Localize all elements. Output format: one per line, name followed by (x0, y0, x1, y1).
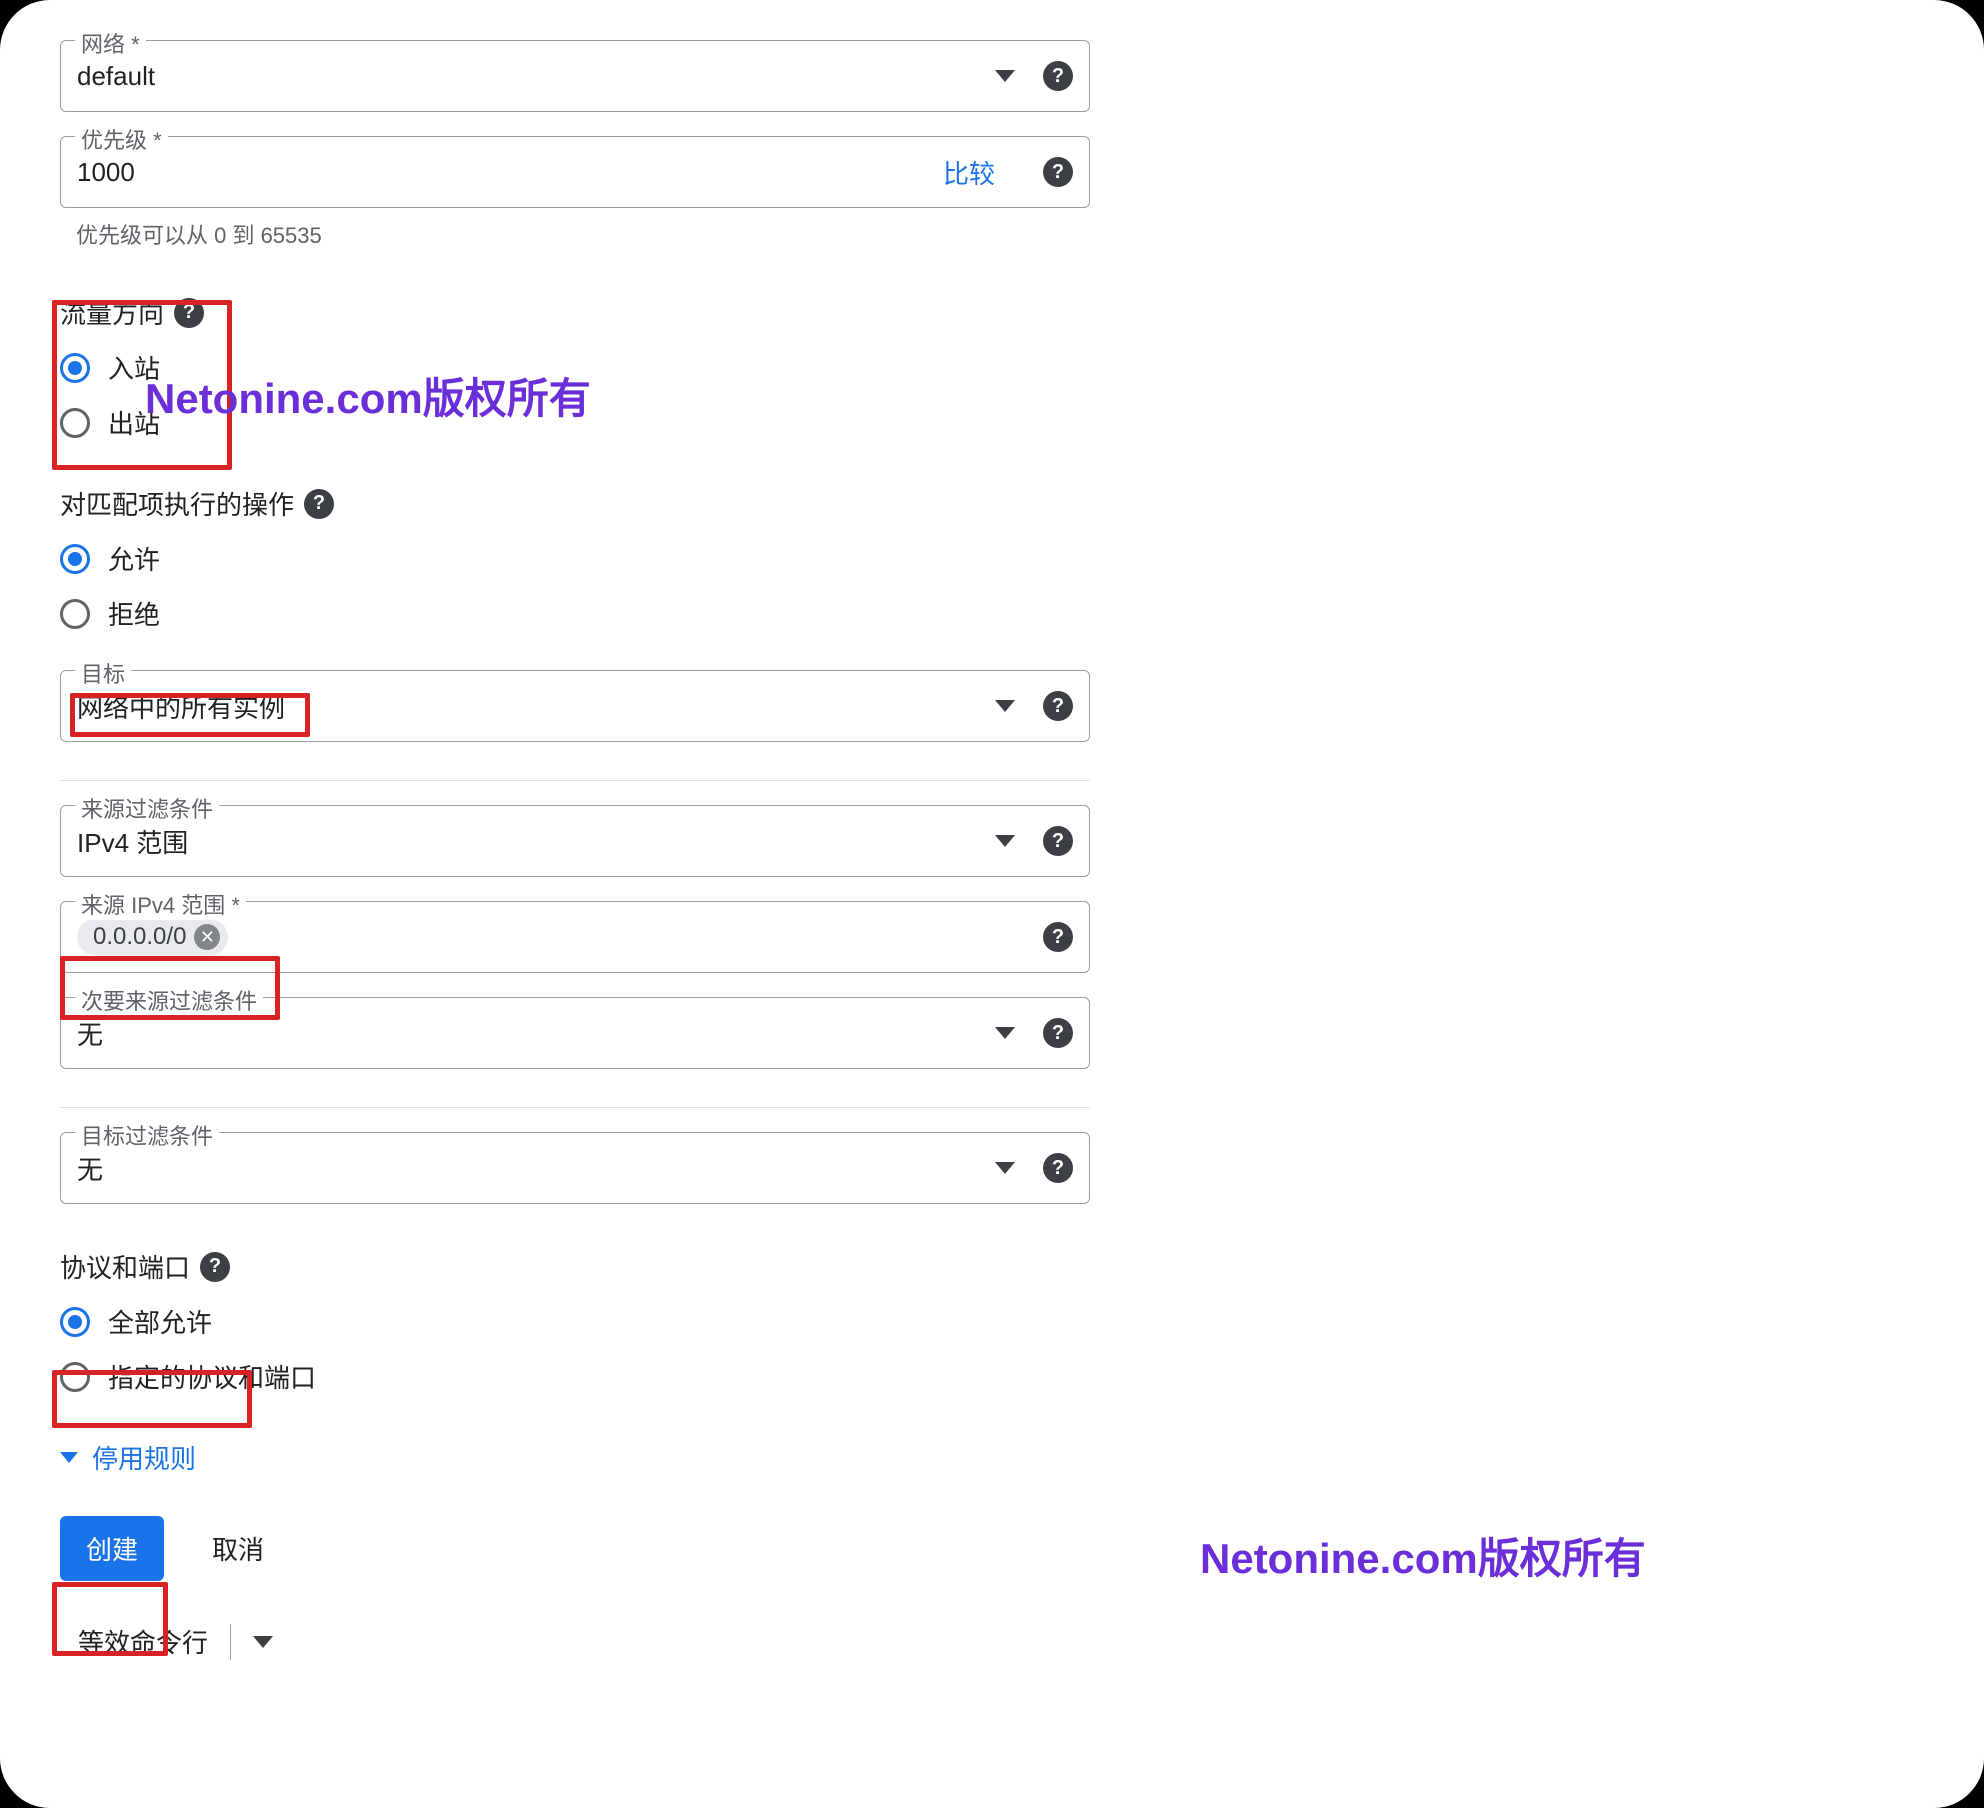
source-range-input[interactable]: 来源 IPv4 范围 * 0.0.0.0/0 ✕ ? (60, 901, 1090, 973)
secondary-source-filter-label: 次要来源过滤条件 (75, 984, 263, 1016)
source-filter-label: 来源过滤条件 (75, 792, 219, 824)
radio-icon (60, 408, 90, 438)
action-deny-radio[interactable]: 拒绝 (60, 595, 1090, 632)
chevron-down-icon (995, 835, 1015, 847)
chevron-down-icon (60, 1452, 78, 1463)
protocols-all-radio[interactable]: 全部允许 (60, 1303, 1090, 1340)
help-icon[interactable]: ? (1043, 922, 1073, 952)
target-label: 目标 (75, 657, 131, 689)
equivalent-cmd-row[interactable]: 等效命令行 (60, 1623, 1090, 1660)
chip-text: 0.0.0.0/0 (93, 923, 186, 951)
help-icon[interactable]: ? (1043, 61, 1073, 91)
chevron-down-icon (995, 70, 1015, 82)
protocols-title-text: 协议和端口 (60, 1248, 190, 1285)
cancel-button[interactable]: 取消 (204, 1516, 272, 1581)
secondary-source-filter-value: 无 (77, 1015, 983, 1052)
priority-value: 1000 (77, 157, 943, 188)
dest-filter-label: 目标过滤条件 (75, 1119, 219, 1151)
radio-icon (60, 599, 90, 629)
create-button[interactable]: 创建 (60, 1516, 164, 1581)
network-select[interactable]: 网络 * default ? (60, 40, 1090, 112)
target-select[interactable]: 目标 网络中的所有实例 ? (60, 670, 1090, 742)
watermark: Netonine.com版权所有 (1200, 1525, 1646, 1586)
help-icon[interactable]: ? (1043, 691, 1073, 721)
help-icon[interactable]: ? (1043, 157, 1073, 187)
chevron-down-icon (253, 1636, 273, 1648)
ip-range-chip[interactable]: 0.0.0.0/0 ✕ (77, 919, 228, 955)
separator (230, 1624, 231, 1660)
radio-icon (60, 1307, 90, 1337)
help-icon[interactable]: ? (1043, 826, 1073, 856)
action-title: 对匹配项执行的操作 ? (60, 485, 1090, 522)
radio-label: 允许 (108, 540, 160, 577)
dest-filter-select[interactable]: 目标过滤条件 无 ? (60, 1132, 1090, 1204)
chevron-down-icon (995, 700, 1015, 712)
direction-title-text: 流量方向 (60, 294, 164, 331)
help-icon[interactable]: ? (1043, 1153, 1073, 1183)
equivalent-cmd-label: 等效命令行 (78, 1623, 208, 1660)
radio-icon (60, 353, 90, 383)
help-icon[interactable]: ? (1043, 1018, 1073, 1048)
radio-label: 出站 (108, 404, 160, 441)
disable-rule-label: 停用规则 (92, 1439, 196, 1476)
chevron-down-icon (995, 1162, 1015, 1174)
network-value: default (77, 61, 983, 92)
priority-hint: 优先级可以从 0 到 65535 (76, 218, 1090, 250)
source-range-label: 来源 IPv4 范围 * (75, 888, 246, 920)
radio-label: 拒绝 (108, 595, 160, 632)
chevron-down-icon (995, 1027, 1015, 1039)
radio-label: 指定的协议和端口 (108, 1358, 316, 1395)
source-filter-value: IPv4 范围 (77, 823, 983, 860)
protocols-title: 协议和端口 ? (60, 1248, 1090, 1285)
priority-input[interactable]: 优先级 * 1000 比较 ? (60, 136, 1090, 208)
radio-icon (60, 544, 90, 574)
compare-link[interactable]: 比较 (943, 154, 995, 191)
help-icon[interactable]: ? (304, 489, 334, 519)
dest-filter-value: 无 (77, 1150, 983, 1187)
disable-rule-toggle[interactable]: 停用规则 (60, 1439, 1090, 1476)
source-filter-select[interactable]: 来源过滤条件 IPv4 范围 ? (60, 805, 1090, 877)
radio-label: 入站 (108, 349, 160, 386)
target-value: 网络中的所有实例 (77, 688, 983, 725)
action-title-text: 对匹配项执行的操作 (60, 485, 294, 522)
direction-title: 流量方向 ? (60, 294, 1090, 331)
protocols-specified-radio[interactable]: 指定的协议和端口 (60, 1358, 1090, 1395)
firewall-rule-form: 网络 * default ? 优先级 * 1000 比较 ? 优先级可以从 0 … (0, 0, 1984, 1808)
help-icon[interactable]: ? (200, 1252, 230, 1282)
source-range-chip-wrap: 0.0.0.0/0 ✕ (77, 919, 1015, 955)
priority-label: 优先级 * (75, 123, 168, 155)
radio-label: 全部允许 (108, 1303, 212, 1340)
direction-ingress-radio[interactable]: 入站 (60, 349, 1090, 386)
action-allow-radio[interactable]: 允许 (60, 540, 1090, 577)
direction-egress-radio[interactable]: 出站 (60, 404, 1090, 441)
radio-icon (60, 1362, 90, 1392)
network-label: 网络 * (75, 27, 146, 59)
help-icon[interactable]: ? (174, 298, 204, 328)
close-icon[interactable]: ✕ (194, 924, 220, 950)
secondary-source-filter-select[interactable]: 次要来源过滤条件 无 ? (60, 997, 1090, 1069)
